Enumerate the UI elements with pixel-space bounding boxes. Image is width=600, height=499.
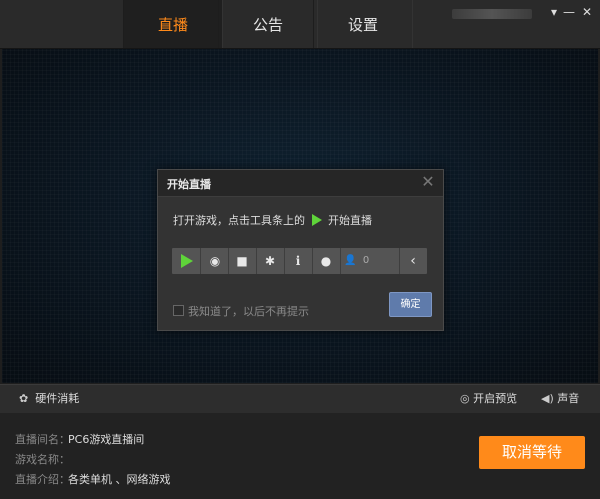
ok-button[interactable]: 确定	[389, 292, 432, 317]
live-toolbar: ◉ ■ ✱ i ● 👤 0 ‹	[172, 248, 427, 274]
play-icon[interactable]	[172, 248, 198, 274]
message-suffix: 开始直播	[328, 214, 372, 227]
intro-row: 直播介绍：各类单机 、网络游戏	[15, 471, 171, 487]
room-name-value: PC6游戏直播间	[68, 433, 145, 446]
settings-icon[interactable]: ✱	[257, 248, 283, 274]
tab-settings[interactable]: 设置	[313, 0, 413, 48]
speaker-icon: ◀)	[541, 392, 554, 405]
record-icon[interactable]: ◉	[202, 248, 228, 274]
hardware-usage-button[interactable]: ✿ 硬件消耗	[19, 385, 79, 413]
top-nav-bar: 直播 公告 设置 ▾ — ✕	[0, 0, 600, 49]
sound-label: 声音	[557, 392, 580, 405]
dialog-message: 打开游戏，点击工具条上的 开始直播	[173, 212, 372, 228]
tab-live[interactable]: 直播	[123, 0, 223, 48]
tab-announcement[interactable]: 公告	[218, 0, 318, 48]
fan-icon: ✿	[19, 392, 29, 405]
play-icon	[312, 214, 322, 226]
room-name-key: 直播间名：	[15, 433, 70, 446]
sound-button[interactable]: ◀) 声音	[541, 385, 579, 413]
start-live-dialog: 开始直播 ✕ 打开游戏，点击工具条上的 开始直播 ◉ ■ ✱ i ● 👤 0 ‹ …	[157, 169, 444, 331]
dialog-title: 开始直播	[167, 178, 211, 191]
preview-toggle-button[interactable]: ◎ 开启预览	[460, 385, 517, 413]
close-icon[interactable]: ✕	[578, 4, 596, 20]
status-bar: ✿ 硬件消耗 ◎ 开启预览 ◀) 声音	[0, 384, 600, 414]
eye-icon: ◎	[460, 392, 470, 405]
collapse-icon[interactable]: ‹	[400, 248, 426, 274]
dialog-close-icon[interactable]: ✕	[419, 172, 437, 192]
hardware-usage-label: 硬件消耗	[35, 392, 80, 405]
camera-icon[interactable]: ■	[229, 248, 255, 274]
room-name-row: 直播间名：PC6游戏直播间	[15, 431, 144, 447]
game-name-key: 游戏名称：	[15, 453, 70, 466]
preview-label: 开启预览	[473, 392, 518, 405]
dont-show-again-label: 我知道了，以后不再提示	[188, 305, 309, 318]
window-title-blurred	[452, 9, 532, 19]
cancel-wait-button[interactable]: 取消等待	[479, 436, 585, 469]
viewer-count: 0	[362, 255, 370, 266]
message-prefix: 打开游戏，点击工具条上的	[173, 214, 305, 227]
game-name-row: 游戏名称：	[15, 451, 70, 467]
info-icon[interactable]: i	[285, 248, 311, 274]
dialog-header: 开始直播 ✕	[158, 170, 443, 197]
viewer-icon: 👤 0	[344, 255, 370, 266]
chat-icon[interactable]: ●	[313, 248, 339, 274]
minimize-icon[interactable]: —	[560, 4, 578, 20]
intro-value: 各类单机 、网络游戏	[68, 473, 171, 486]
intro-key: 直播介绍：	[15, 473, 70, 486]
dont-show-again-checkbox[interactable]	[173, 305, 184, 316]
